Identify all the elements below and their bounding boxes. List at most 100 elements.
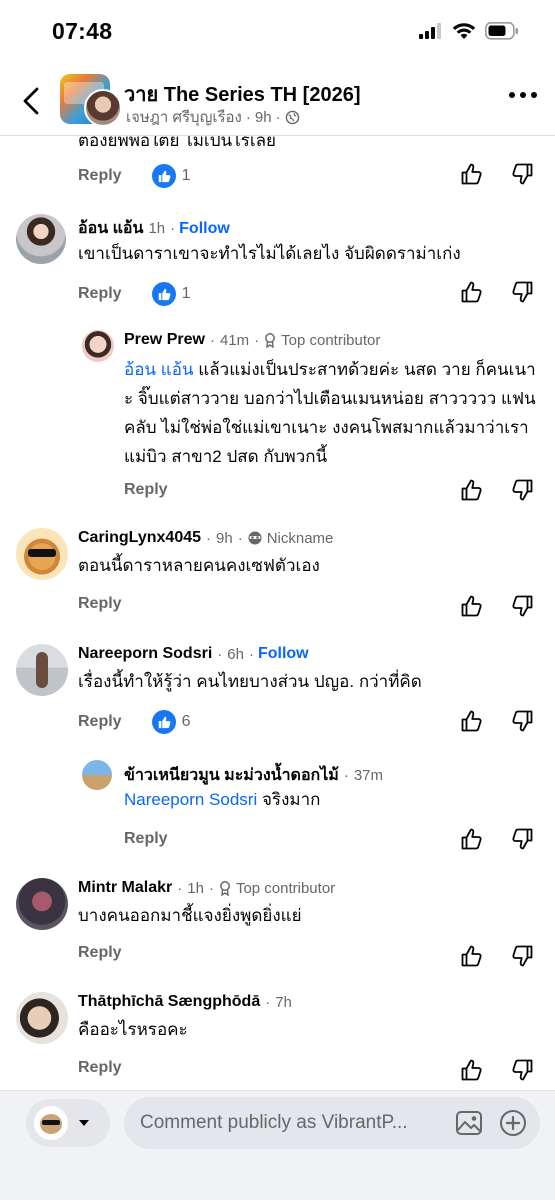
commenter-name[interactable]: อ้อน แอ้น [78,216,143,241]
commenter-name[interactable]: Prew Prew [124,331,205,349]
downvote-icon[interactable] [510,478,534,502]
persona-switcher[interactable] [26,1099,110,1147]
vote-controls [460,478,534,502]
comment-text: คืออะไรหรอคะ [78,1020,188,1039]
mention-link[interactable]: อ้อน แอ้น [124,360,194,379]
comment-actions: Reply [78,595,122,613]
comment-actions: Reply [78,944,122,962]
commenter-avatar[interactable] [16,878,68,930]
reply-button[interactable]: Reply [78,595,122,613]
like-reaction-icon [151,710,176,734]
comment-text: ตอนนี้ดาราหลายคนคงเซฟตัวเอง [78,556,320,575]
downvote-icon[interactable] [510,709,534,733]
comment-input[interactable]: Comment publicly as VibrantP... [124,1097,540,1149]
follow-button[interactable]: Follow [179,220,230,238]
clipped-comment-text: ต้องยิพพ่อใต้ย ไม่เป็นไรเลย [78,136,277,150]
add-circle-icon[interactable] [498,1108,528,1138]
vote-controls [460,1058,534,1082]
comment-actions: Reply [78,1059,122,1077]
vote-controls [460,594,534,618]
commenter-avatar[interactable] [82,330,114,362]
comment-header: Nareeporn Sodsri · 6h · Follow [78,645,309,663]
like-summary[interactable]: 1 [151,282,190,306]
upvote-icon[interactable] [460,280,484,304]
status-bar: 07:48 [0,0,555,64]
comment-list: ต้องยิพพ่อใต้ย ไม่เป็นไรเลย Reply 1 อ้อน… [0,136,555,1090]
commenter-name[interactable]: Nareeporn Sodsri [78,645,212,663]
upvote-icon[interactable] [460,944,484,968]
vote-controls [460,944,534,968]
top-contributor-badge: Top contributor [218,880,335,897]
badge-label: Top contributor [235,879,336,897]
comment-text: บางคนออกมาชี้แจงยิ่งพูดยิ่งแย่ [78,906,302,925]
like-count: 1 [181,167,191,184]
commenter-avatar[interactable] [16,214,66,264]
commenter-name[interactable]: Mintr Malakr [78,879,172,897]
like-summary[interactable]: 1 [151,164,191,188]
commenter-avatar[interactable] [16,992,68,1044]
downvote-icon[interactable] [510,944,534,968]
nickname-badge: Nickname [247,529,334,547]
upvote-icon[interactable] [460,478,484,502]
battery-icon [485,22,518,40]
comment-time: 9h [216,529,233,547]
comment-time: 7h [275,993,292,1011]
upvote-icon[interactable] [460,709,484,733]
reply-button[interactable]: Reply [78,285,122,303]
comment-actions: Reply 6 [78,710,190,734]
upvote-icon[interactable] [460,162,484,186]
downvote-icon[interactable] [510,280,534,304]
post-time: 9h [254,108,272,126]
downvote-icon[interactable] [510,827,534,851]
comment-actions: Reply [124,481,168,499]
more-options-button[interactable] [509,92,537,98]
anonymous-mask-icon [248,531,262,545]
contributor-badge-icon [265,333,276,348]
dot-separator: · [275,108,281,126]
commenter-name[interactable]: Thātphīchā Sængphōdā [78,993,260,1011]
like-summary[interactable]: 6 [151,710,190,734]
reply-button[interactable]: Reply [78,1059,122,1077]
badge-label: Nickname [266,529,334,547]
persona-avatar [34,1106,68,1140]
reply-button[interactable]: Reply [124,481,168,499]
comment-placeholder: Comment publicly as VibrantP... [140,1112,408,1133]
comment-time: 37m [353,767,384,784]
follow-button[interactable]: Follow [258,645,309,663]
upvote-icon[interactable] [460,1058,484,1082]
comment-actions: Reply 1 [78,164,190,188]
comment-header: Thātphīchā Sængphōdā · 7h [78,993,292,1011]
downvote-icon[interactable] [510,1058,534,1082]
reply-button[interactable]: Reply [78,944,122,962]
reply-button[interactable]: Reply [124,830,168,848]
comment-actions: Reply 1 [78,282,190,306]
mention-link[interactable]: Nareeporn Sodsri [124,790,257,809]
comment-time: 41m [219,331,250,349]
upvote-icon[interactable] [460,594,484,618]
comment-header: Mintr Malakr · 1h · Top contributor [78,879,336,897]
commenter-avatar[interactable] [82,760,112,790]
upvote-icon[interactable] [460,827,484,851]
comment-text: Nareeporn Sodsri จริงมาก [124,785,544,814]
reply-button[interactable]: Reply [78,167,122,185]
chevron-left-icon [23,87,39,115]
comment-header: CaringLynx4045 · 9h · Nickname [78,529,334,547]
like-reaction-icon [151,282,176,306]
author-name[interactable]: เจษฎา ศรีบุญเรือง [126,105,242,129]
downvote-icon[interactable] [510,162,534,186]
post-header: วาย The Series TH [2026] เจษฎา ศรีบุญเรื… [0,64,555,136]
comment-composer: Comment publicly as VibrantP... [0,1090,555,1200]
reply-button[interactable]: Reply [78,713,122,731]
commenter-avatar[interactable] [16,528,68,580]
vote-controls [460,162,534,186]
comment-text: อ้อน แอ้น แล้วแม่งเป็นประสาทด้วยค่ะ นสด … [124,355,544,471]
vote-controls [460,280,534,304]
vote-controls [460,827,534,851]
downvote-icon[interactable] [510,594,534,618]
commenter-avatar[interactable] [16,644,68,696]
author-avatar[interactable] [84,89,122,127]
back-button[interactable] [14,82,48,120]
commenter-name[interactable]: CaringLynx4045 [78,529,201,547]
like-reaction-icon [151,164,176,188]
photo-icon[interactable] [454,1108,484,1138]
